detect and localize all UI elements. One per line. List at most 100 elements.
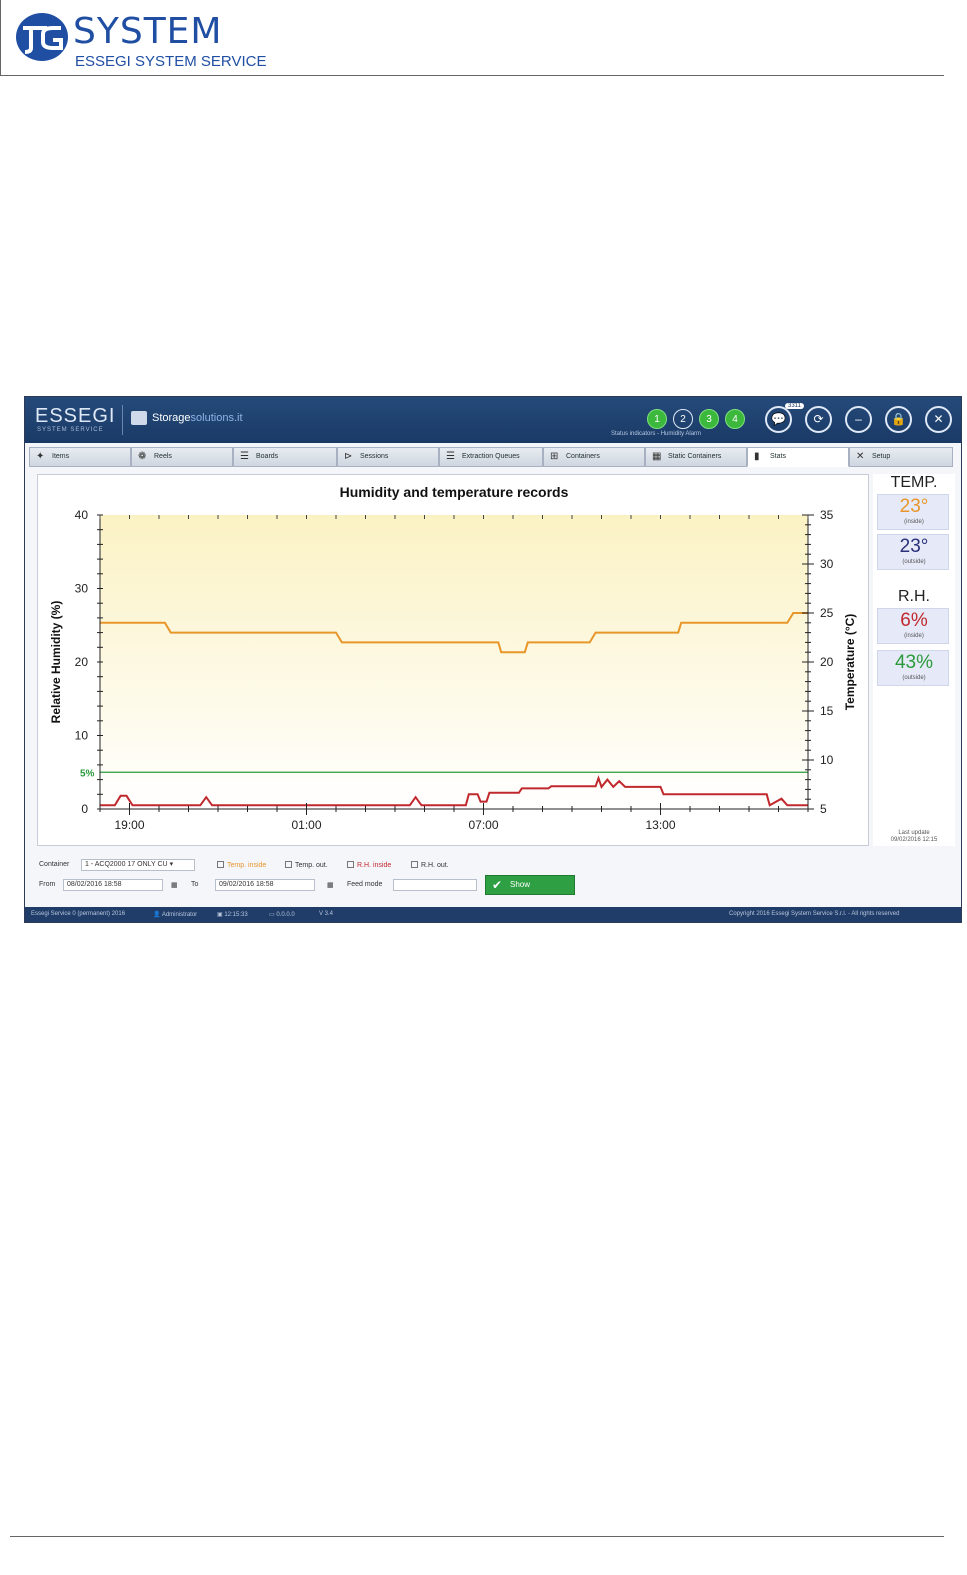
tab-sessions[interactable]: ⊳ Sessions	[337, 447, 439, 467]
readings-side-panel: TEMP. 23° (inside) 23° (outside) R.H. 6%…	[873, 474, 955, 846]
y-left-tick-label: 20	[75, 655, 89, 669]
rh-inside-caption: (inside)	[904, 633, 924, 639]
logo-wordmark: SYSTEM	[73, 11, 223, 52]
to-label: To	[191, 881, 199, 888]
status-ip: ▭ 0.0.0.0	[269, 912, 295, 918]
x-tick-label: 19:00	[114, 818, 144, 832]
rh-outside-value: 43%	[894, 652, 934, 673]
status-led-1[interactable]: 1	[647, 409, 667, 429]
x-tick-label: 07:00	[468, 818, 498, 832]
tab-setup[interactable]: ✕ Setup	[849, 447, 953, 467]
y-right-tick-label: 30	[820, 557, 834, 571]
filter-bar: Container 1 - ACQ2000 17 ONLY CU ▾ Temp.…	[25, 851, 961, 905]
rh-inside-value: 6%	[900, 610, 928, 631]
setup-icon: ✕	[856, 451, 865, 462]
temp-inside-box: 23° (inside)	[877, 494, 949, 530]
rh-outside-box: 43% (outside)	[877, 650, 949, 686]
boards-icon: ☰	[240, 451, 249, 462]
from-label: From	[39, 881, 56, 888]
app-brand: ESSEGI	[35, 405, 116, 427]
tab-items[interactable]: ✦ Items	[29, 447, 131, 467]
rh-title: R.H.	[898, 588, 930, 605]
y-right-tick-label: 20	[820, 655, 834, 669]
rh-inside-box: 6% (inside)	[877, 608, 949, 644]
y-left-tick-label: 40	[75, 508, 89, 522]
temp-inside-caption: (inside)	[904, 519, 924, 525]
messages-badge: 3311	[785, 403, 804, 409]
show-button[interactable]: ✔ Show	[485, 875, 575, 895]
calendar-from-icon[interactable]: ▦	[171, 881, 178, 889]
temp-outside-box: 23° (outside)	[877, 534, 949, 570]
queue-icon: ☰	[446, 451, 455, 462]
y-right-tick-label: 15	[820, 704, 834, 718]
status-time: ▣ 12:15:33	[217, 912, 248, 918]
app-top-bar: ESSEGI SYSTEM SERVICE Storagesolutions.i…	[25, 397, 961, 443]
feed-mode-label: Feed mode	[347, 881, 383, 888]
chart-title: Humidity and temperature records	[340, 484, 569, 500]
reels-icon: ❁	[138, 451, 147, 462]
last-update: Last update 09/02/2016 12:15	[890, 830, 938, 843]
x-tick-label: 13:00	[645, 818, 675, 832]
check-rh-outside[interactable]: R.H. out.	[411, 861, 449, 869]
tab-extraction-queues[interactable]: ☰ Extraction Queues	[439, 447, 543, 467]
status-bar: Essegi Service 0 (permanent) 2016 👤 Admi…	[25, 907, 961, 922]
lock-button[interactable]: 🔒	[885, 406, 912, 433]
tab-boards[interactable]: ☰ Boards	[233, 447, 337, 467]
company-logo-icon	[16, 13, 68, 61]
check-icon: ✔	[492, 878, 503, 892]
logo-tagline: ESSEGI SYSTEM SERVICE	[75, 53, 267, 70]
status-license: Essegi Service 0 (permanent) 2016	[31, 911, 126, 917]
threshold-label: 5%	[80, 768, 95, 779]
app-brand-subtitle: SYSTEM SERVICE	[37, 427, 104, 433]
minimize-button[interactable]: –	[845, 406, 872, 433]
temp-outside-caption: (outside)	[902, 559, 926, 565]
brand-divider	[122, 405, 123, 435]
status-copyright: Copyright 2016 Essegi System Service S.r…	[729, 911, 900, 917]
check-temp-inside[interactable]: Temp. inside	[217, 861, 266, 869]
y-right-tick-label: 25	[820, 606, 834, 620]
document-header: SYSTEM ESSEGI SYSTEM SERVICE	[0, 0, 944, 76]
status-led-2[interactable]: 2	[673, 409, 693, 429]
status-user: 👤 Administrator	[153, 912, 198, 918]
container-select[interactable]: 1 - ACQ2000 17 ONLY CU ▾	[81, 859, 195, 871]
to-datetime-input[interactable]: 09/02/2016 18:58	[215, 879, 315, 891]
close-button[interactable]: ✕	[925, 406, 952, 433]
feed-mode-input[interactable]	[393, 879, 477, 891]
storage-solutions-name: Storagesolutions.it	[152, 412, 243, 424]
temp-inside-value: 23°	[899, 496, 929, 517]
static-containers-icon: ▦	[652, 451, 662, 462]
storage-logo-icon	[131, 411, 147, 425]
y-axis-label-left: Relative Humidity (%)	[49, 601, 63, 724]
calendar-to-icon[interactable]: ▦	[327, 881, 334, 889]
items-icon: ✦	[36, 451, 45, 462]
tab-static-containers[interactable]: ▦ Static Containers	[645, 447, 747, 467]
status-led-4[interactable]: 4	[725, 409, 745, 429]
from-datetime-input[interactable]: 08/02/2016 18:58	[63, 879, 163, 891]
messages-button[interactable]: 💬	[765, 406, 792, 433]
y-left-tick-label: 0	[81, 802, 88, 816]
y-right-tick-label: 5	[820, 802, 827, 816]
check-temp-outside[interactable]: Temp. out.	[285, 861, 328, 869]
rh-outside-caption: (outside)	[902, 675, 926, 681]
y-right-tick-label: 10	[820, 753, 834, 767]
stats-icon: ▮	[754, 451, 760, 462]
y-right-tick-label: 35	[820, 508, 834, 522]
refresh-button[interactable]: ⟳	[805, 406, 832, 433]
tab-bar: ✦ Items ❁ Reels ☰ Boards ⊳ Sessions ☰ Extract…	[25, 447, 961, 467]
alarm-status-text: Status indicators - Humidity Alarm	[611, 431, 702, 437]
y-left-tick-label: 10	[75, 729, 89, 743]
tab-containers[interactable]: ⊞ Containers	[543, 447, 645, 467]
sessions-icon: ⊳	[344, 451, 353, 462]
app-window: ESSEGI SYSTEM SERVICE Storagesolutions.i…	[24, 396, 962, 923]
humidity-temperature-chart: 5% 0 10 20 30 40 5 10 15 20 25 30 35 19:00 01:00 07:00…	[49, 484, 857, 832]
container-label: Container	[39, 861, 70, 868]
status-led-3[interactable]: 3	[699, 409, 719, 429]
containers-icon: ⊞	[550, 451, 559, 462]
tab-stats[interactable]: ▮ Stats	[747, 447, 849, 467]
chart-panel: 5% 0 10 20 30 40 5 10 15 20 25 30 35 19:00 01:00 07:00…	[37, 474, 869, 846]
y-axis-label-right: Temperature (°C)	[843, 614, 857, 711]
status-version: V 3.4	[319, 911, 334, 917]
tab-reels[interactable]: ❁ Reels	[131, 447, 233, 467]
plot-background	[100, 515, 808, 809]
check-rh-inside[interactable]: R.H. inside	[347, 861, 391, 869]
